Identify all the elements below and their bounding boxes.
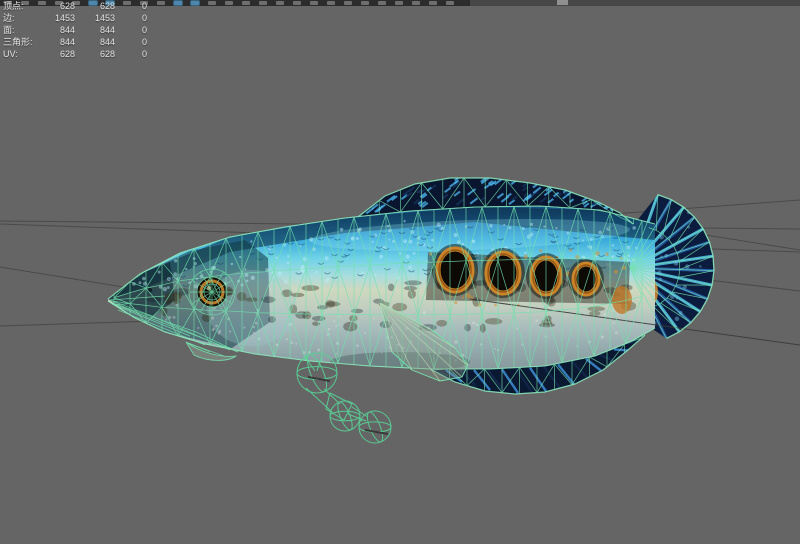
hud-value: 628 [43,0,75,12]
tool-icon[interactable] [208,1,216,5]
poly-count-hud: 顶点:6286280 边:145314530 面:8448440 三角形:844… [3,0,147,60]
tool-icon[interactable] [310,1,318,5]
tool-icon[interactable] [157,1,165,5]
tool-icon[interactable] [378,1,386,5]
hud-row-faces: 面:8448440 [3,24,147,36]
tool-icon[interactable] [191,1,199,5]
hud-value: 0 [115,0,147,12]
hud-value: 0 [115,24,147,36]
hud-row-uv: UV:6286280 [3,48,147,60]
hud-row-edges: 边:145314530 [3,12,147,24]
hud-label-vertices: 顶点: [3,0,43,12]
hud-value: 628 [75,0,115,12]
hud-value: 1453 [43,12,75,24]
tool-icon[interactable] [293,1,301,5]
hud-label-triangles: 三角形: [3,36,43,48]
hud-label-uv: UV: [3,48,43,60]
hud-row-vertices: 顶点:6286280 [3,0,147,12]
hud-value: 0 [115,12,147,24]
3d-viewport-window: 顶点:6286280 边:145314530 面:8448440 三角形:844… [0,0,800,544]
hud-value: 0 [115,48,147,60]
tool-icon[interactable] [259,1,267,5]
tool-icon[interactable] [412,1,420,5]
hud-value: 628 [43,48,75,60]
viewport-canvas[interactable] [0,0,800,544]
hud-label-edges: 边: [3,12,43,24]
hud-value: 0 [115,36,147,48]
hud-value: 844 [75,36,115,48]
hud-value: 1453 [75,12,115,24]
tool-icon[interactable] [429,1,437,5]
tool-icon[interactable] [344,1,352,5]
tool-icon[interactable] [446,1,454,5]
tool-icon[interactable] [174,1,182,5]
hud-value: 628 [75,48,115,60]
tool-icon[interactable] [242,1,250,5]
hud-row-triangles: 三角形:8448440 [3,36,147,48]
hud-value: 844 [75,24,115,36]
hud-value: 844 [43,36,75,48]
tool-icon[interactable] [276,1,284,5]
hud-value: 844 [43,24,75,36]
toolbar-chip[interactable] [557,0,568,5]
tool-icon[interactable] [395,1,403,5]
tool-icon[interactable] [225,1,233,5]
tool-icon[interactable] [361,1,369,5]
hud-label-faces: 面: [3,24,43,36]
tool-icon[interactable] [327,1,335,5]
